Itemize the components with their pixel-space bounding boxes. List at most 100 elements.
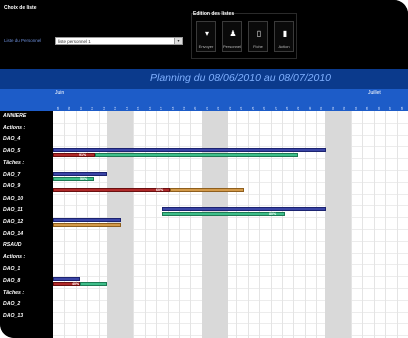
day-label: 05 xyxy=(365,106,370,110)
percent-label: 80% xyxy=(269,211,277,216)
row-label[interactable]: RSAUD xyxy=(3,242,21,248)
task-bar[interactable] xyxy=(53,177,94,181)
day-label: 30 xyxy=(307,106,312,110)
weekend-shade xyxy=(325,111,351,338)
day-label: 28 xyxy=(285,106,290,110)
day-label: 03 xyxy=(342,106,347,110)
list-label: Liste du Personnel xyxy=(4,38,42,43)
row-label[interactable]: DAO_8 xyxy=(3,278,20,284)
edit-group-title: Edition des listes xyxy=(193,11,235,17)
send-label: Envoyer xyxy=(198,44,214,49)
action-label: Action xyxy=(278,44,290,49)
day-label: 16 xyxy=(147,106,152,110)
row-label[interactable]: DAO_1 xyxy=(3,266,20,272)
grid-line xyxy=(178,111,180,338)
row-label[interactable]: ANNIERE xyxy=(3,113,26,119)
row-label[interactable]: DAO_12 xyxy=(3,219,23,225)
grid-line xyxy=(156,111,158,338)
sheet-button[interactable]: ▯ Fiche xyxy=(248,21,268,52)
grid-line xyxy=(259,111,261,338)
row-label[interactable]: DAO_7 xyxy=(3,172,20,178)
grid-line xyxy=(362,111,364,338)
sheet-icon: ▯ xyxy=(256,29,262,38)
grid-line xyxy=(282,111,284,338)
day-label: 21 xyxy=(204,106,209,110)
row-label[interactable]: Actions : xyxy=(3,125,25,131)
row-label[interactable]: DAO_9 xyxy=(3,183,20,189)
task-bar[interactable] xyxy=(162,207,326,211)
day-label: 07 xyxy=(388,106,393,110)
task-bar[interactable] xyxy=(53,172,107,176)
action-button[interactable]: ▮ Action xyxy=(274,21,294,52)
list-select-value: liste personnel 1 xyxy=(58,39,91,44)
grid-line xyxy=(270,111,272,338)
row-label[interactable]: Tâches : xyxy=(3,160,24,166)
grid-line xyxy=(316,111,318,338)
grid-line xyxy=(304,111,306,338)
grid-line xyxy=(144,111,146,338)
task-bar[interactable] xyxy=(95,153,298,157)
percent-label: 60% xyxy=(156,187,164,192)
day-label: 25 xyxy=(250,106,255,110)
percent-label: 91% xyxy=(79,152,87,157)
row-label[interactable]: DAO_13 xyxy=(3,313,23,319)
task-bar[interactable] xyxy=(53,277,80,281)
grid-line xyxy=(167,111,169,338)
month-label: Juillet xyxy=(368,90,381,96)
day-label: 20 xyxy=(193,106,198,110)
toolbar: Choix de liste Liste du Personnel liste … xyxy=(0,0,408,66)
list-select[interactable]: liste personnel 1 ▾ xyxy=(55,37,183,45)
day-label: 13 xyxy=(113,106,118,110)
day-label: 24 xyxy=(239,106,244,110)
day-label: 08 xyxy=(399,106,404,110)
send-button[interactable]: ▾ Envoyer xyxy=(196,21,216,52)
day-label: 18 xyxy=(170,106,175,110)
row-label[interactable]: Actions : xyxy=(3,254,25,260)
day-label: 04 xyxy=(353,106,358,110)
day-label: 15 xyxy=(136,106,141,110)
day-label: 12 xyxy=(101,106,106,110)
list-group-title: Choix de liste xyxy=(4,5,37,11)
send-icon: ▾ xyxy=(204,29,209,38)
day-label: 27 xyxy=(273,106,278,110)
person-icon: ♟ xyxy=(229,29,237,38)
row-label[interactable]: DAO_11 xyxy=(3,207,23,213)
planning-title: Planning du 08/06/2010 au 08/07/2010 xyxy=(150,72,331,84)
day-label: 14 xyxy=(124,106,129,110)
day-label: 26 xyxy=(262,106,267,110)
row-label[interactable]: DAO_14 xyxy=(3,231,23,237)
grid-line xyxy=(133,111,135,338)
weekend-shade xyxy=(202,111,228,338)
task-bar[interactable] xyxy=(53,148,326,152)
gantt-grid: 91% 50% 60% 80% 40% xyxy=(53,111,408,338)
task-bar[interactable] xyxy=(162,212,285,216)
row-label[interactable]: Tâches : xyxy=(3,290,24,296)
progress-bar[interactable] xyxy=(53,188,170,192)
task-bar[interactable] xyxy=(80,282,107,286)
task-bar[interactable] xyxy=(170,188,244,192)
row-label[interactable]: DAO_10 xyxy=(3,196,23,202)
grid-line xyxy=(190,111,192,338)
personnel-button[interactable]: ♟ Personnel xyxy=(222,21,242,52)
day-label: 01 xyxy=(319,106,324,110)
month-label: Juin xyxy=(55,90,65,96)
chevron-down-icon[interactable]: ▾ xyxy=(174,38,182,44)
task-bar[interactable] xyxy=(53,223,121,227)
day-label: 09 xyxy=(67,106,72,110)
day-label: 11 xyxy=(90,106,95,110)
progress-bar[interactable] xyxy=(53,153,95,157)
row-label[interactable]: DAO_5 xyxy=(3,148,20,154)
grid-line xyxy=(396,111,398,338)
task-bar[interactable] xyxy=(53,218,121,222)
sheet-label: Fiche xyxy=(253,44,263,49)
grid-line xyxy=(293,111,295,338)
percent-label: 50% xyxy=(80,176,88,181)
action-icon: ▮ xyxy=(282,29,288,38)
row-label[interactable]: DAO_2 xyxy=(3,301,20,307)
day-label: 29 xyxy=(296,106,301,110)
day-label: 10 xyxy=(78,106,83,110)
day-label: 23 xyxy=(227,106,232,110)
day-label: 02 xyxy=(330,106,335,110)
day-label: 22 xyxy=(216,106,221,110)
row-label[interactable]: DAO_4 xyxy=(3,136,20,142)
